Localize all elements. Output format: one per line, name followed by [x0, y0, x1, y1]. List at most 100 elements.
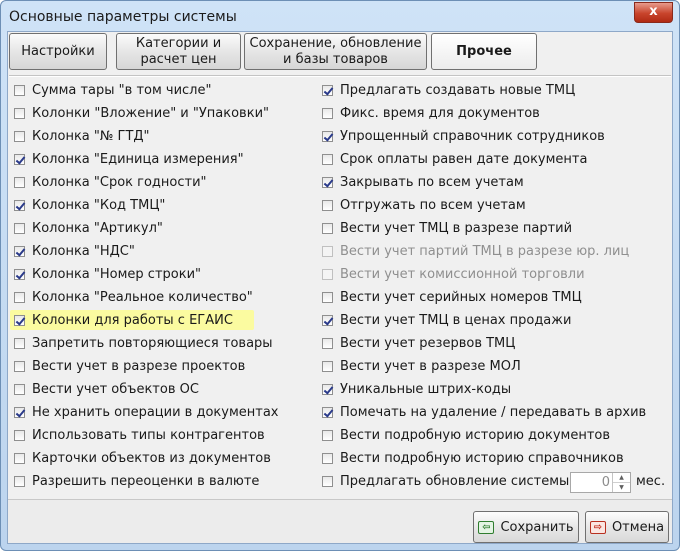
option-checkbox[interactable]: [14, 429, 25, 441]
save-button[interactable]: ⇦ Сохранить: [473, 511, 579, 543]
option-row: Вести учет комиссионной торговли: [318, 264, 652, 284]
option-label: Вести учет серийных номеров ТМЦ: [340, 289, 582, 305]
option-checkbox[interactable]: [322, 130, 333, 142]
option-row[interactable]: Колонка "Артикул": [10, 218, 254, 238]
option-checkbox[interactable]: [14, 222, 25, 234]
option-checkbox[interactable]: [14, 107, 25, 119]
option-checkbox[interactable]: [14, 268, 25, 280]
option-row[interactable]: Колонка "НДС": [10, 241, 254, 261]
option-checkbox[interactable]: [322, 314, 333, 326]
option-checkbox[interactable]: [14, 153, 25, 165]
option-checkbox[interactable]: [322, 383, 333, 395]
option-label: Вести учет партий ТМЦ в разрезе юр. лиц: [340, 243, 630, 259]
option-checkbox[interactable]: [14, 199, 25, 211]
option-row[interactable]: Запретить повторяющиеся товары: [10, 333, 273, 353]
option-row[interactable]: Фикс. время для документов: [318, 103, 652, 123]
option-checkbox[interactable]: [322, 222, 333, 234]
option-row[interactable]: Использовать типы контрагентов: [10, 425, 265, 445]
option-checkbox[interactable]: [322, 337, 333, 349]
option-row[interactable]: Вести учет ТМЦ в разрезе партий: [318, 218, 652, 238]
option-row[interactable]: Сумма тары "в том числе": [10, 80, 254, 100]
option-row[interactable]: Предлагать создавать новые ТМЦ: [318, 80, 652, 100]
option-row[interactable]: Не хранить операции в документах: [10, 402, 279, 422]
option-label: Срок оплаты равен дате документа: [340, 151, 588, 167]
option-row[interactable]: Вести учет ТМЦ в ценах продажи: [318, 310, 652, 330]
option-row[interactable]: Колонки "Вложение" и "Упаковки": [10, 103, 269, 123]
spinner-down-icon[interactable]: ▼: [613, 483, 630, 492]
close-button[interactable]: x: [634, 2, 673, 23]
title-bar[interactable]: Основные параметры системы x: [1, 1, 679, 33]
option-row[interactable]: Вести подробную историю документов: [318, 425, 652, 445]
window-title: Основные параметры системы: [9, 9, 237, 25]
option-checkbox[interactable]: [322, 199, 333, 211]
option-label: Карточки объектов из документов: [32, 450, 271, 466]
option-label: Вести учет комиссионной торговли: [340, 266, 585, 282]
option-checkbox[interactable]: [14, 245, 25, 257]
option-label: Использовать типы контрагентов: [32, 427, 265, 443]
option-row[interactable]: Колонка "Срок годности": [10, 172, 254, 192]
option-row[interactable]: Вести учет в разрезе проектов: [10, 356, 254, 376]
option-row[interactable]: Упрощенный справочник сотрудников: [318, 126, 652, 146]
option-checkbox[interactable]: [322, 176, 333, 188]
option-row[interactable]: Колонка "№ ГТД": [10, 126, 254, 146]
spinner-up-icon[interactable]: ▲: [613, 473, 630, 483]
cancel-icon: ⇨: [589, 520, 606, 534]
option-checkbox[interactable]: [322, 360, 333, 372]
option-checkbox[interactable]: [322, 291, 333, 303]
option-label: Фикс. время для документов: [340, 105, 540, 121]
option-label: Колонка "Единица измерения": [32, 151, 244, 167]
option-row[interactable]: Колонка "Единица измерения": [10, 149, 254, 169]
option-checkbox[interactable]: [14, 383, 25, 395]
option-label: Колонка "Номер строки": [32, 266, 201, 282]
option-label: Помечать на удаление / передавать в архи…: [340, 404, 647, 420]
option-checkbox[interactable]: [14, 475, 25, 487]
option-checkbox[interactable]: [322, 153, 333, 165]
tab-other[interactable]: Прочее: [431, 33, 537, 70]
option-row[interactable]: Помечать на удаление / передавать в архи…: [318, 402, 652, 422]
option-row[interactable]: Колонки для работы с ЕГАИС: [10, 310, 254, 330]
tab-settings[interactable]: Настройки: [9, 33, 107, 70]
option-label: Вести учет ТМЦ в ценах продажи: [340, 312, 572, 328]
option-checkbox[interactable]: [322, 84, 333, 96]
option-row[interactable]: Колонка "Номер строки": [10, 264, 254, 284]
option-checkbox[interactable]: [14, 130, 25, 142]
option-checkbox[interactable]: [14, 406, 25, 418]
option-checkbox[interactable]: [14, 360, 25, 372]
option-row[interactable]: Вести подробную историю справочников: [318, 448, 652, 468]
option-checkbox[interactable]: [322, 429, 333, 441]
option-checkbox[interactable]: [322, 107, 333, 119]
option-label: Не хранить операции в документах: [32, 404, 279, 420]
update-months-spinner[interactable]: 0 ▲ ▼: [570, 472, 631, 493]
option-label: Вести учет ТМЦ в разрезе партий: [340, 220, 573, 236]
option-label: Колонка "Код ТМЦ": [32, 197, 166, 213]
option-row[interactable]: Срок оплаты равен дате документа: [318, 149, 652, 169]
dialog-window: Основные параметры системы x Настройки К…: [0, 0, 680, 551]
option-row[interactable]: Разрешить переоценки в валюте: [10, 471, 259, 491]
option-label: Колонка "Артикул": [32, 220, 163, 236]
option-row[interactable]: Вести учет объектов ОС: [10, 379, 254, 399]
tab-saving-updating[interactable]: Сохранение, обновление и базы товаров: [244, 33, 427, 70]
option-row[interactable]: Колонка "Реальное количество": [10, 287, 254, 307]
option-row[interactable]: Вести учет резервов ТМЦ: [318, 333, 652, 353]
option-checkbox[interactable]: [322, 475, 333, 487]
option-checkbox[interactable]: [14, 84, 25, 96]
tab-categories-pricing[interactable]: Категории и расчет цен: [116, 33, 241, 70]
option-row[interactable]: Карточки объектов из документов: [10, 448, 271, 468]
option-checkbox[interactable]: [322, 452, 333, 464]
option-checkbox[interactable]: [14, 291, 25, 303]
cancel-button[interactable]: ⇨ Отмена: [585, 511, 669, 543]
option-row[interactable]: Вести учет в разрезе МОЛ: [318, 356, 652, 376]
option-label: Уникальные штрих-коды: [340, 381, 512, 397]
option-row[interactable]: Вести учет серийных номеров ТМЦ: [318, 287, 652, 307]
option-checkbox[interactable]: [14, 314, 25, 326]
option-row[interactable]: Закрывать по всем учетам: [318, 172, 652, 192]
save-icon: ⇦: [478, 520, 495, 534]
option-label: Колонка "Срок годности": [32, 174, 207, 190]
option-checkbox[interactable]: [14, 452, 25, 464]
option-row[interactable]: Отгружать по всем учетам: [318, 195, 652, 215]
option-checkbox[interactable]: [322, 406, 333, 418]
option-row[interactable]: Колонка "Код ТМЦ": [10, 195, 254, 215]
option-checkbox[interactable]: [14, 337, 25, 349]
option-checkbox[interactable]: [14, 176, 25, 188]
option-row[interactable]: Уникальные штрих-коды: [318, 379, 652, 399]
